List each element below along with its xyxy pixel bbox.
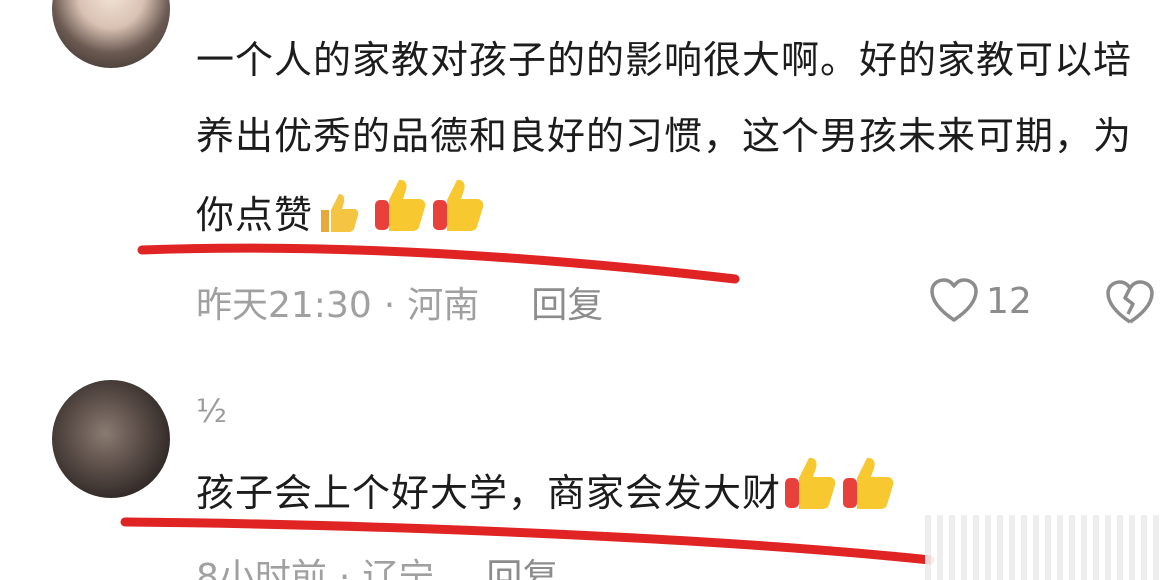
dislike-button[interactable] <box>1104 278 1156 332</box>
heart-icon <box>930 278 978 322</box>
comment-meta: 8小时前 · 辽宁 回复 <box>196 548 558 580</box>
separator: · <box>383 285 396 326</box>
comment-text: 孩子会上个好大学，商家会发大财 <box>196 452 897 531</box>
avatar[interactable] <box>52 0 170 68</box>
comment-meta: 昨天21:30 · 河南 回复 <box>196 276 603 328</box>
thumbs-up-icon <box>839 452 897 510</box>
timestamp: 昨天21:30 <box>196 285 372 326</box>
comment-body: 孩子会上个好大学，商家会发大财 <box>196 471 782 515</box>
broken-heart-icon <box>1106 280 1154 324</box>
location: 河南 <box>407 285 480 326</box>
timestamp: 8小时前 <box>196 557 327 580</box>
comment-text: 一个人的家教对孩子的的影响很大啊。好的家教可以培养出优秀的品德和良好的习惯，这个… <box>196 22 1156 253</box>
thumbs-up-icon <box>371 174 429 232</box>
like-count: 12 <box>986 280 1032 322</box>
thumbs-up-icon <box>429 174 487 232</box>
avatar[interactable] <box>52 380 170 498</box>
location: 辽宁 <box>362 557 435 580</box>
reply-button[interactable]: 回复 <box>486 557 558 580</box>
watermark <box>925 515 1165 580</box>
like-button[interactable]: 12 <box>928 276 1032 326</box>
username[interactable]: ½ <box>196 392 227 430</box>
thumbs-up-icon <box>781 452 839 510</box>
comment-list: 一个人的家教对孩子的的影响很大啊。好的家教可以培养出优秀的品德和良好的习惯，这个… <box>0 0 1167 580</box>
thumbs-up-icon <box>313 187 371 245</box>
reply-button[interactable]: 回复 <box>531 285 603 326</box>
separator: · <box>338 557 351 580</box>
